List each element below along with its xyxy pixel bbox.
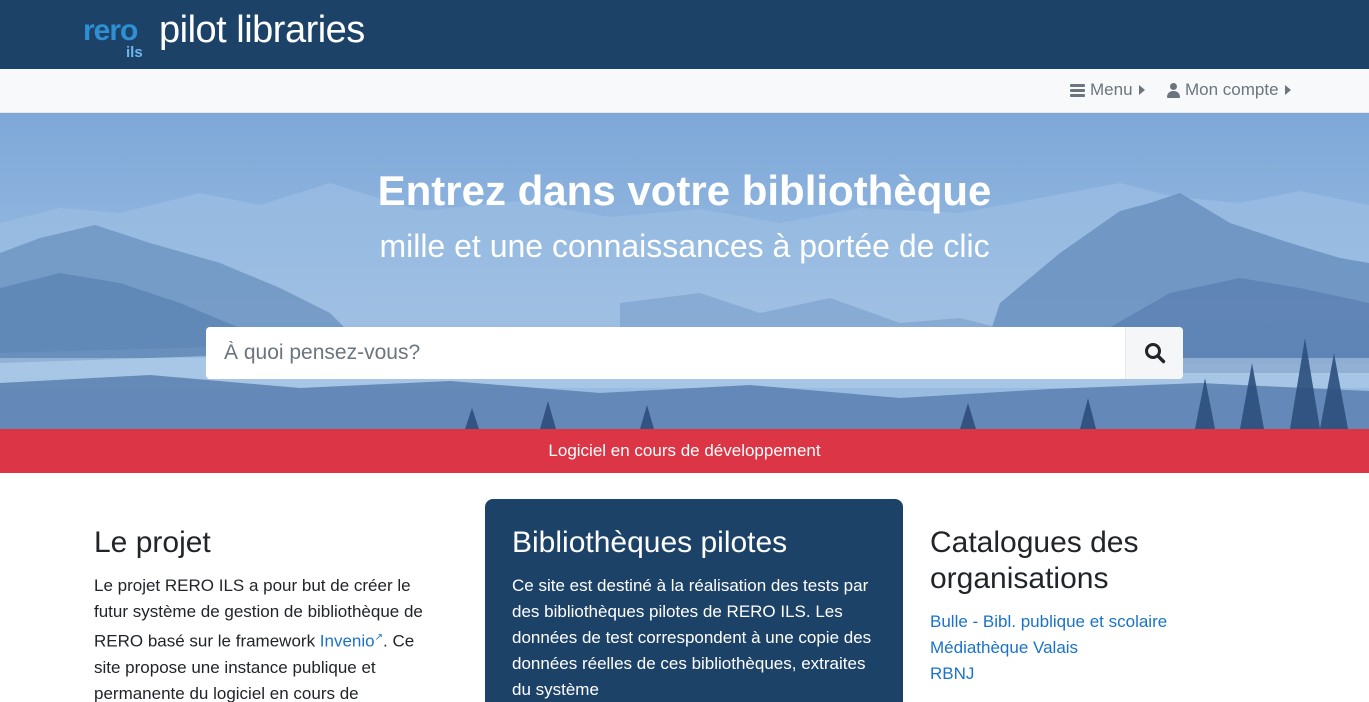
invenio-link[interactable]: Invenio: [320, 632, 375, 651]
account-dropdown[interactable]: Mon compte: [1167, 80, 1291, 100]
logo-word-text: rero: [83, 14, 138, 47]
brand-header: rero ils pilot libraries: [0, 0, 1369, 69]
pilot-libraries-title: Bibliothèques pilotes: [512, 526, 788, 559]
site-name: pilot libraries: [159, 9, 365, 51]
mountain-landscape-image: [0, 183, 1369, 429]
list-item: RBNJ: [930, 661, 1270, 687]
site-logo[interactable]: rero ils pilot libraries: [83, 6, 365, 62]
organisation-link-bulle[interactable]: Bulle - Bibl. publique et scolaire: [930, 612, 1167, 631]
organisation-link-rbnj[interactable]: RBNJ: [930, 664, 974, 683]
caret-right-icon: [1138, 85, 1145, 95]
project-title: Le projet: [94, 526, 211, 559]
account-label: Mon compte: [1185, 80, 1279, 99]
search-input[interactable]: [206, 327, 1125, 379]
search-bar: [206, 327, 1183, 379]
pilot-libraries-card: Bibliothèques pilotes Ce site est destin…: [485, 499, 903, 702]
bars-icon: [1070, 83, 1085, 97]
caret-right-icon: [1284, 85, 1291, 95]
logo-word: rero: [83, 14, 138, 48]
list-item: Médiathèque Valais: [930, 635, 1270, 661]
search-button[interactable]: [1125, 327, 1183, 379]
project-text: Le projet RERO ILS a pour but de créer l…: [94, 573, 444, 702]
search-icon: [1144, 343, 1165, 364]
development-banner: Logiciel en cours de développement: [0, 429, 1369, 473]
logo-sub: ils: [126, 44, 143, 61]
hero-subtitle: mille et une connaissances à portée de c…: [379, 228, 990, 264]
secondary-nav: Menu Mon compte: [0, 69, 1369, 113]
organisation-link-valais[interactable]: Médiathèque Valais: [930, 638, 1078, 657]
external-link-icon: ↗: [374, 632, 384, 643]
menu-dropdown[interactable]: Menu: [1070, 80, 1145, 100]
list-item: Bulle - Bibl. publique et scolaire: [930, 609, 1270, 635]
project-section: Le projet Le projet RERO ILS a pour but …: [94, 525, 444, 702]
user-icon: [1167, 82, 1180, 98]
catalogues-section: Catalogues des organisations Bulle - Bib…: [930, 525, 1270, 687]
organisation-list: Bulle - Bibl. publique et scolaire Média…: [930, 609, 1270, 687]
rero-ils-logo-mark: rero ils: [83, 6, 159, 62]
menu-label: Menu: [1090, 80, 1133, 99]
hero-section: Entrez dans votre bibliothèque mille et …: [0, 113, 1369, 429]
catalogues-title: Catalogues des organisations: [930, 526, 1139, 595]
hero-title: Entrez dans votre bibliothèque: [377, 167, 992, 214]
pilot-libraries-text: Ce site est destiné à la réalisation des…: [512, 576, 872, 699]
